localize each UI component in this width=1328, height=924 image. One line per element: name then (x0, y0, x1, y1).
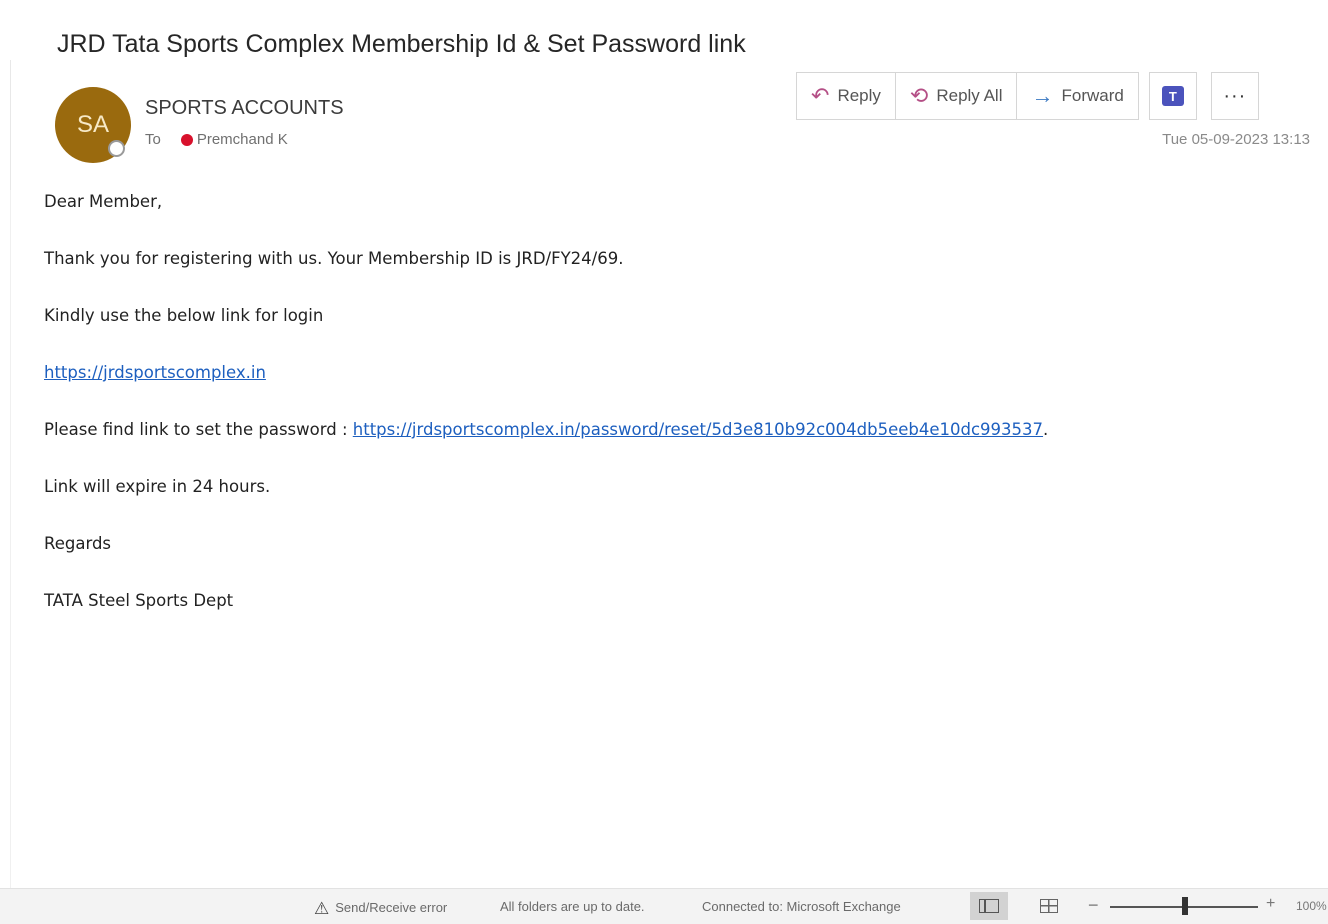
password-prefix: Please find link to set the password : (44, 420, 353, 439)
sender-name[interactable]: SPORTS ACCOUNTS (145, 97, 344, 120)
presence-status-icon (108, 140, 125, 157)
reply-label: Reply (837, 86, 881, 105)
received-datetime: Tue 05-09-2023 13:13 (1162, 131, 1310, 148)
reply-button[interactable]: ↶ Reply (796, 72, 896, 120)
window-edge (10, 60, 11, 190)
connection-status: Connected to: Microsoft Exchange (702, 899, 901, 914)
recipient-name[interactable]: Premchand K (197, 131, 288, 148)
reply-all-button[interactable]: ⟲ Reply All (894, 72, 1018, 120)
to-label: To (145, 131, 161, 148)
zoom-slider-thumb[interactable] (1182, 897, 1188, 915)
message-body: Dear Member, Thank you for registering w… (44, 190, 1048, 646)
signature: TATA Steel Sports Dept (44, 591, 234, 610)
more-icon: ··· (1223, 84, 1247, 107)
send-receive-error[interactable]: ⚠ Send/Receive error (314, 899, 447, 919)
normal-view-button[interactable] (970, 892, 1008, 920)
error-label: Send/Receive error (335, 900, 448, 915)
membership-line: Thank you for registering with us. Your … (44, 249, 624, 268)
password-reset-link[interactable]: https://jrdsportscomplex.in/password/res… (353, 420, 1043, 439)
status-bar: ⚠ Send/Receive error All folders are up t… (0, 888, 1328, 924)
reading-view-icon (1040, 899, 1058, 913)
password-suffix: . (1043, 420, 1049, 439)
login-instruction: Kindly use the below link for login (44, 306, 324, 325)
folder-status: All folders are up to date. (500, 899, 645, 914)
regards: Regards (44, 534, 112, 553)
window-edge-lower (10, 190, 11, 890)
reply-icon: ↶ (811, 83, 830, 108)
reading-view-button[interactable] (1030, 892, 1068, 920)
zoom-out-button[interactable]: − (1088, 895, 1099, 916)
forward-icon: → (1031, 83, 1054, 108)
zoom-level[interactable]: 100% (1296, 899, 1327, 913)
message-toolbar: ↶ Reply ⟲ Reply All → Forward T ··· (796, 72, 1259, 122)
teams-icon: T (1161, 86, 1184, 106)
zoom-in-button[interactable]: + (1266, 895, 1275, 913)
forward-label: Forward (1061, 86, 1124, 105)
more-actions-button[interactable]: ··· (1210, 72, 1259, 120)
forward-button[interactable]: → Forward (1016, 72, 1139, 120)
email-subject: JRD Tata Sports Complex Membership Id & … (57, 30, 746, 58)
password-line: Please find link to set the password : h… (44, 418, 1048, 475)
teams-button[interactable]: T (1148, 72, 1197, 120)
login-link[interactable]: https://jrdsportscomplex.in (44, 363, 266, 382)
recipient-presence-icon (180, 133, 193, 146)
expiry-note: Link will expire in 24 hours. (44, 477, 271, 496)
reply-all-label: Reply All (936, 86, 1003, 105)
normal-view-icon (979, 899, 999, 913)
recipient-line: To Premchand K (145, 131, 288, 148)
greeting: Dear Member, (44, 192, 163, 211)
warning-icon: ⚠ (314, 899, 330, 918)
reply-all-icon: ⟲ (909, 83, 929, 108)
avatar-initials: SA (76, 111, 109, 138)
